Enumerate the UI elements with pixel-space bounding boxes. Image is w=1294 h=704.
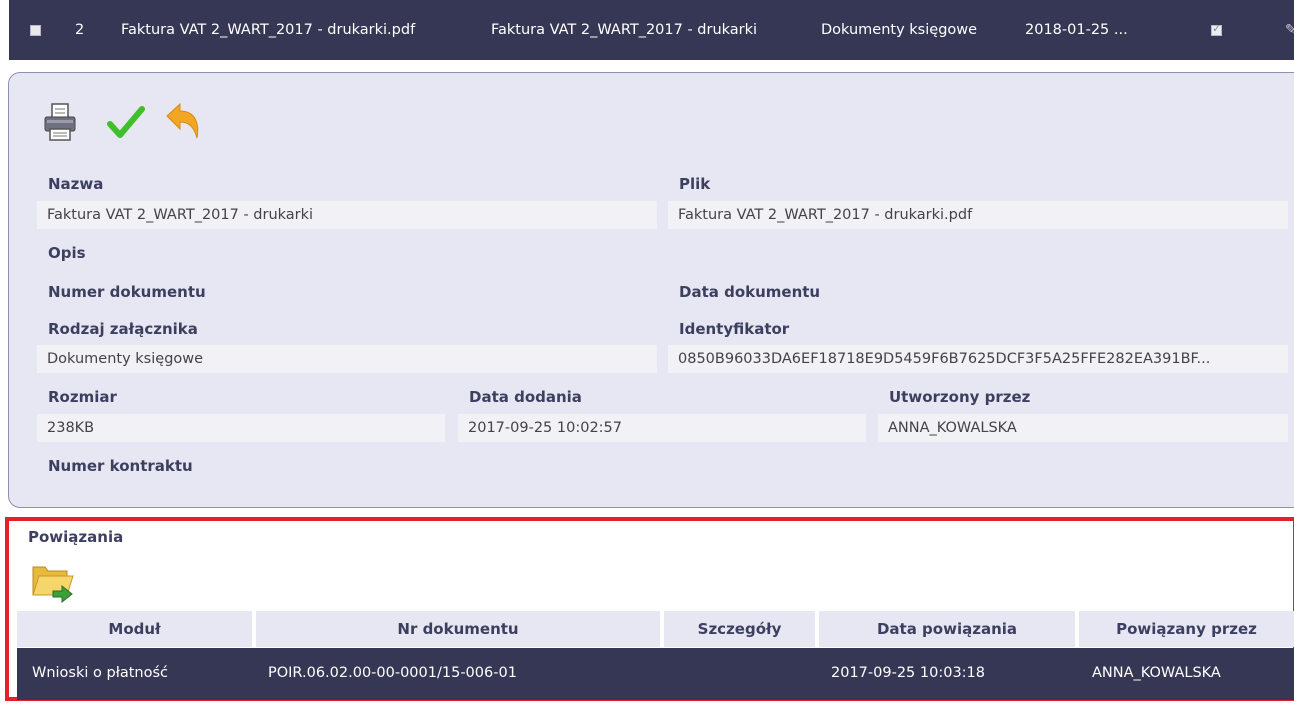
label-rodzaj-zalacznika: Rodzaj załącznika (48, 320, 198, 338)
add-relation-folder-icon[interactable] (31, 561, 77, 607)
row-date: 2018-01-25 ... (1025, 22, 1128, 38)
value-rozmiar: 238KB (37, 414, 445, 442)
cell-powiazany-przez: ANNA_KOWALSKA (1092, 665, 1221, 681)
check-icon[interactable] (107, 104, 145, 144)
relations-title: Powiązania (28, 528, 124, 546)
undo-icon[interactable] (163, 100, 203, 146)
label-data-dodania: Data dodania (469, 388, 582, 406)
label-numer-kontraktu: Numer kontraktu (48, 457, 193, 475)
column-header-szczegoly[interactable]: Szczegóły (664, 611, 815, 647)
column-header-nr-dokumentu[interactable]: Nr dokumentu (256, 611, 660, 647)
cell-data-powiazania: 2017-09-25 10:03:18 (831, 665, 985, 681)
label-rozmiar: Rozmiar (48, 388, 117, 406)
row-attachment-type: Dokumenty księgowe (821, 22, 978, 38)
cell-modul: Wnioski o płatność (32, 665, 168, 681)
row-document-name: Faktura VAT 2_WART_2017 - drukarki (491, 22, 758, 38)
column-header-data-powiazania[interactable]: Data powiązania (819, 611, 1075, 647)
label-nazwa: Nazwa (48, 175, 104, 193)
value-plik: Faktura VAT 2_WART_2017 - drukarki.pdf (668, 201, 1288, 229)
edit-icon[interactable]: ✎ (1285, 22, 1294, 38)
value-nazwa: Faktura VAT 2_WART_2017 - drukarki (37, 201, 657, 229)
row-select-checkbox[interactable] (30, 25, 41, 36)
label-identyfikator: Identyfikator (679, 320, 790, 338)
label-numer-dokumentu: Numer dokumentu (48, 283, 206, 301)
label-utworzony-przez: Utworzony przez (889, 388, 1031, 406)
label-plik: Plik (679, 175, 711, 193)
row-status-checkbox (1211, 22, 1222, 36)
row-number: 2 (75, 22, 85, 38)
label-data-dokumentu: Data dokumentu (679, 283, 821, 301)
print-icon[interactable] (43, 102, 77, 146)
column-header-modul[interactable]: Moduł (17, 611, 252, 647)
cell-nr-dokumentu: POIR.06.02.00-00-0001/15-006-01 (268, 665, 517, 681)
row-file-name: Faktura VAT 2_WART_2017 - drukarki.pdf (121, 22, 416, 38)
value-identyfikator: 0850B96033DA6EF18718E9D5459F6B7625DCF3F5… (668, 345, 1288, 373)
label-opis: Opis (48, 244, 86, 262)
document-list-row[interactable]: 2 Faktura VAT 2_WART_2017 - drukarki.pdf… (9, 0, 1294, 60)
value-utworzony-przez: ANNA_KOWALSKA (878, 414, 1288, 442)
column-header-powiazany-przez[interactable]: Powiązany przez (1079, 611, 1294, 647)
value-rodzaj-zalacznika: Dokumenty księgowe (37, 345, 657, 373)
value-data-dodania: 2017-09-25 10:02:57 (458, 414, 866, 442)
